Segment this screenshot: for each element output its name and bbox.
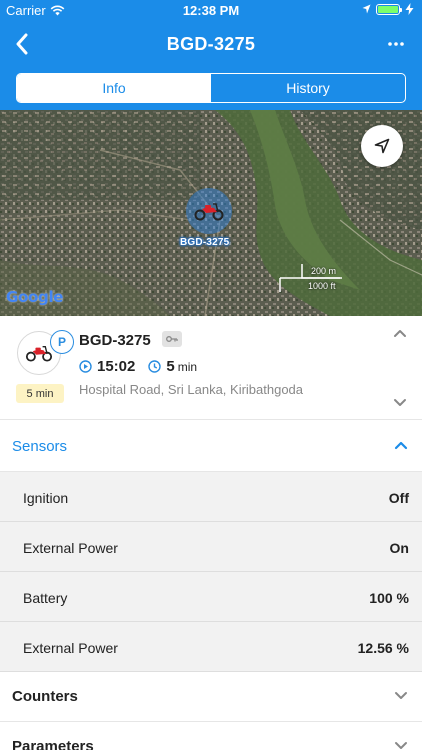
duration-value: 5 — [166, 358, 175, 375]
duration-unit: min — [177, 359, 198, 374]
scale-metric-label: 200 m — [311, 266, 337, 276]
chevron-up-icon — [394, 441, 408, 450]
map-view[interactable]: BGD-3275 Google 200 m 1000 ft — [0, 110, 422, 316]
chevron-down-icon[interactable] — [392, 396, 408, 408]
sensors-section-header[interactable]: Sensors — [0, 422, 422, 472]
battery-area — [362, 3, 414, 15]
nav-bar: BGD-3275 — [0, 24, 422, 66]
google-logo-text: Google — [6, 288, 64, 306]
chevron-down-icon — [395, 742, 407, 749]
more-options-button[interactable] — [382, 32, 410, 56]
more-horizontal-icon — [388, 42, 404, 46]
sensor-list: Ignition Off External Power On Battery 1… — [0, 472, 422, 672]
parameters-section-header[interactable]: Parameters — [0, 722, 422, 750]
sensor-name: Battery — [23, 590, 68, 606]
device-name: BGD-3275 — [79, 332, 151, 349]
sensor-name: External Power — [23, 640, 118, 656]
tab-info[interactable]: Info — [17, 74, 211, 102]
sensor-row: External Power 12.56 % — [0, 622, 422, 672]
google-logo: Google — [6, 288, 63, 306]
my-location-button[interactable] — [361, 125, 403, 167]
counters-section-header[interactable]: Counters — [0, 672, 422, 722]
stop-duration-badge: 5 min — [16, 384, 64, 403]
play-clock-icon — [79, 360, 92, 373]
device-address: Hospital Road, Sri Lanka, Kiribathgoda — [79, 382, 304, 397]
vehicle-marker-label: BGD-3275 — [180, 237, 230, 248]
parameters-title: Parameters — [12, 738, 94, 750]
motorcycle-icon — [25, 346, 53, 362]
sensors-title: Sensors — [12, 438, 68, 455]
sensor-name: Ignition — [23, 490, 69, 506]
parking-icon: P — [50, 330, 74, 354]
charging-icon — [405, 3, 414, 15]
sensor-value: 12.56 % — [357, 640, 409, 656]
tab-history[interactable]: History — [211, 74, 405, 102]
key-glyph — [166, 336, 178, 342]
navigation-arrow-icon — [374, 138, 390, 154]
motorcycle-icon — [194, 203, 224, 221]
counters-title: Counters — [12, 688, 78, 705]
chevron-up-icon[interactable] — [392, 328, 408, 340]
sensor-row: Ignition Off — [0, 472, 422, 522]
scale-imperial-label: 1000 ft — [308, 281, 336, 291]
chevron-down-icon — [395, 692, 407, 699]
app-header: Carrier 12:38 PM BGD-3275 Info History — [0, 0, 422, 110]
device-summary-card: P 5 min BGD-3275 15:02 5 min Hospital Ro… — [0, 316, 422, 420]
sensor-row: External Power On — [0, 522, 422, 572]
battery-icon — [376, 3, 402, 15]
sensor-value: Off — [388, 490, 409, 506]
tab-switcher: Info History — [16, 73, 406, 103]
sensor-name: External Power — [23, 540, 118, 556]
device-time: 15:02 — [97, 358, 136, 375]
parking-letter: P — [57, 335, 66, 349]
location-arrow-icon — [362, 4, 371, 14]
key-icon — [162, 331, 182, 347]
sensor-row: Battery 100 % — [0, 572, 422, 622]
vehicle-marker[interactable] — [186, 188, 232, 234]
sensor-value: On — [389, 540, 409, 556]
status-bar: Carrier 12:38 PM — [0, 0, 422, 22]
sensor-value: 100 % — [369, 590, 409, 606]
time-row: 15:02 5 min — [79, 358, 197, 375]
page-title: BGD-3275 — [166, 34, 256, 54]
clock-icon — [148, 360, 162, 373]
status-time: 12:38 PM — [182, 3, 240, 18]
battery-level — [378, 5, 398, 13]
